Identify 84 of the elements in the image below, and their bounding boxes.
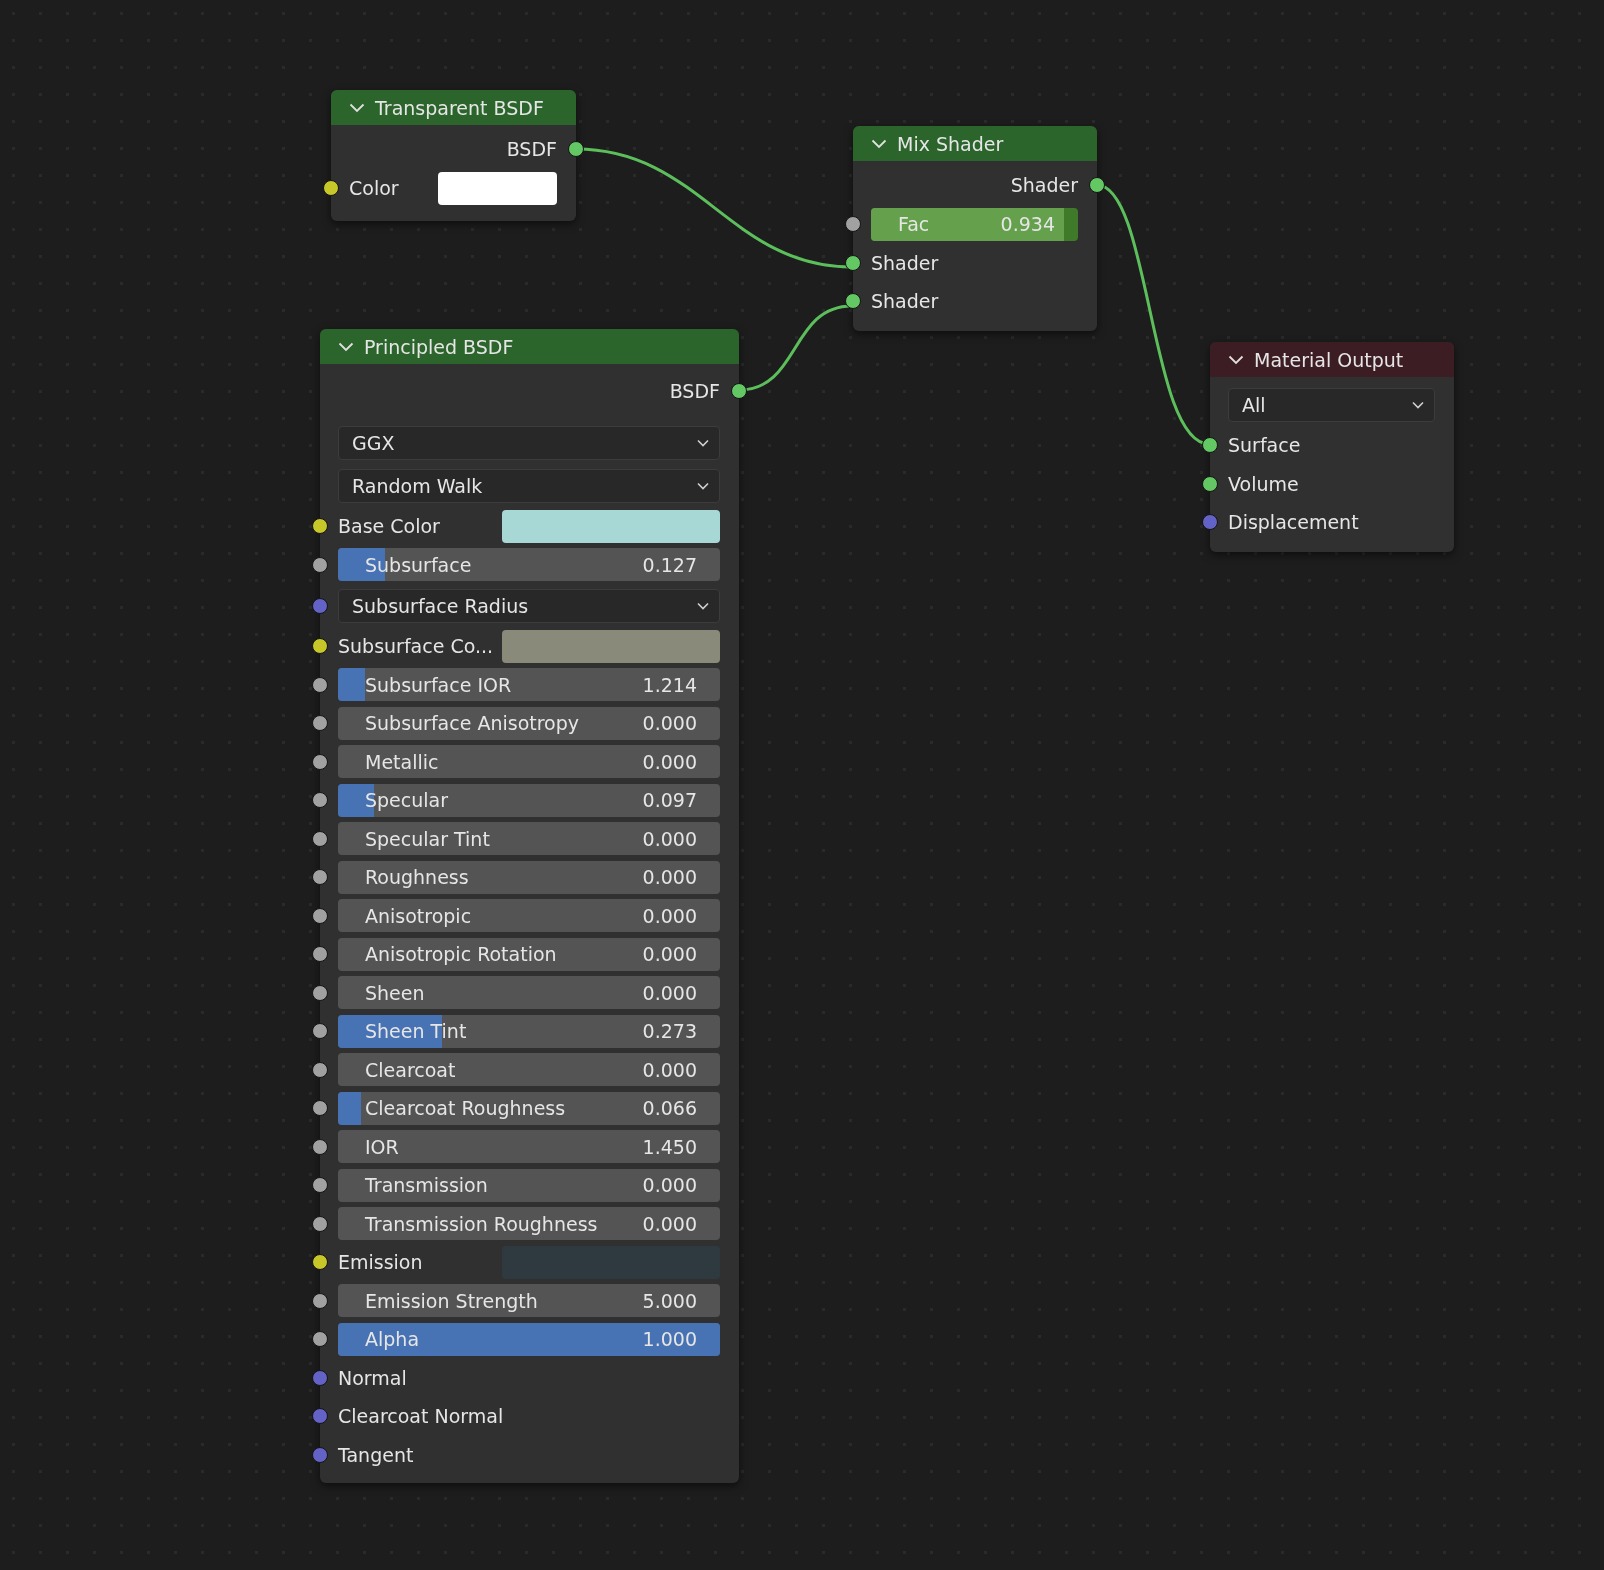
socket-dot[interactable]: [312, 1446, 328, 1463]
value-slider[interactable]: Metallic 0.000: [338, 745, 720, 779]
value-slider[interactable]: Clearcoat 0.000: [338, 1053, 720, 1087]
socket-label: Base Color: [338, 515, 440, 538]
socket-dot[interactable]: [312, 869, 328, 886]
chevron-down-icon[interactable]: [1228, 354, 1244, 365]
socket-label: Volume: [1228, 472, 1299, 495]
socket-dot[interactable]: [312, 1408, 328, 1425]
value-slider[interactable]: Clearcoat Roughness 0.066: [338, 1091, 720, 1125]
socket-dot[interactable]: [312, 1254, 328, 1271]
socket-dot[interactable]: [312, 1100, 328, 1117]
node-title: Principled BSDF: [364, 335, 514, 358]
socket-dot[interactable]: [312, 1292, 328, 1309]
socket-dot[interactable]: [312, 715, 328, 732]
socket-label: Shader: [871, 290, 939, 313]
node-title: Material Output: [1254, 348, 1404, 371]
socket-label: Shader: [1010, 174, 1078, 196]
node-title: Mix Shader: [897, 132, 1004, 155]
color-swatch[interactable]: [502, 629, 720, 663]
socket-label: Shader: [871, 251, 939, 274]
socket-dot[interactable]: [323, 180, 339, 197]
socket-dot[interactable]: [312, 753, 328, 770]
socket-dot[interactable]: [312, 597, 328, 614]
value-slider[interactable]: Roughness 0.000: [338, 860, 720, 894]
value-slider[interactable]: Subsurface Anisotropy 0.000: [338, 706, 720, 740]
chevron-down-icon[interactable]: [871, 138, 887, 149]
socket-dot[interactable]: [312, 1138, 328, 1155]
dropdown[interactable]: Random Walk: [338, 468, 720, 503]
socket-label: Clearcoat Normal: [338, 1405, 504, 1428]
socket-dot[interactable]: [312, 830, 328, 847]
socket-dot[interactable]: [312, 792, 328, 809]
chevron-down-icon: [697, 601, 709, 610]
value-slider[interactable]: Alpha 1.000: [338, 1322, 720, 1356]
chevron-down-icon[interactable]: [349, 102, 365, 113]
chevron-down-icon: [697, 481, 709, 490]
socket-dot[interactable]: [312, 907, 328, 924]
socket-dot[interactable]: [845, 216, 861, 233]
socket-dot[interactable]: [312, 556, 328, 573]
socket-label: Tangent: [338, 1443, 414, 1466]
socket-dot[interactable]: [312, 1061, 328, 1078]
chevron-down-icon: [1412, 400, 1424, 409]
socket-label: Emission: [338, 1251, 423, 1274]
socket-dot[interactable]: [1202, 475, 1218, 492]
value-slider[interactable]: Transmission 0.000: [338, 1168, 720, 1202]
socket-dot[interactable]: [312, 676, 328, 693]
socket-label: BSDF: [669, 380, 720, 402]
socket-dot[interactable]: [845, 254, 861, 271]
socket-dot[interactable]: [1202, 437, 1218, 454]
dropdown[interactable]: Subsurface Radius: [338, 588, 720, 623]
socket-dot[interactable]: [312, 1177, 328, 1194]
socket-label: Subsurface Co...: [338, 635, 494, 658]
chevron-down-icon: [697, 438, 709, 447]
socket-dot[interactable]: [312, 984, 328, 1001]
socket-label: BSDF: [506, 138, 557, 160]
socket-dot[interactable]: [845, 293, 861, 310]
value-slider[interactable]: Anisotropic Rotation 0.000: [338, 937, 720, 971]
value-slider[interactable]: Sheen 0.000: [338, 976, 720, 1010]
socket-dot[interactable]: [731, 383, 747, 399]
socket-label: Normal: [338, 1366, 407, 1389]
socket-dot[interactable]: [312, 1023, 328, 1040]
value-slider[interactable]: Emission Strength 5.000: [338, 1284, 720, 1318]
socket-dot[interactable]: [312, 946, 328, 963]
socket-dot[interactable]: [312, 1331, 328, 1348]
socket-dot[interactable]: [312, 638, 328, 655]
value-slider[interactable]: Transmission Roughness 0.000: [338, 1207, 720, 1241]
color-swatch[interactable]: [502, 509, 720, 543]
socket-dot[interactable]: [568, 141, 584, 157]
socket-dot[interactable]: [312, 518, 328, 535]
value-slider[interactable]: Subsurface IOR 1.214: [338, 668, 720, 702]
dropdown[interactable]: GGX: [338, 425, 720, 460]
socket-dot[interactable]: [312, 1215, 328, 1232]
socket-label: Color: [349, 177, 399, 200]
value-slider[interactable]: IOR 1.450: [338, 1130, 720, 1164]
socket-label: Displacement: [1228, 511, 1359, 534]
socket-dot[interactable]: [1089, 177, 1105, 193]
socket-label: Surface: [1228, 434, 1301, 457]
dropdown[interactable]: All: [1228, 387, 1435, 422]
socket-dot[interactable]: [312, 1369, 328, 1386]
value-slider[interactable]: Anisotropic 0.000: [338, 899, 720, 933]
color-swatch[interactable]: [438, 171, 557, 205]
socket-dot[interactable]: [1202, 514, 1218, 531]
chevron-down-icon[interactable]: [338, 341, 354, 352]
value-slider[interactable]: Specular Tint 0.000: [338, 822, 720, 856]
node-title: Transparent BSDF: [375, 96, 544, 119]
